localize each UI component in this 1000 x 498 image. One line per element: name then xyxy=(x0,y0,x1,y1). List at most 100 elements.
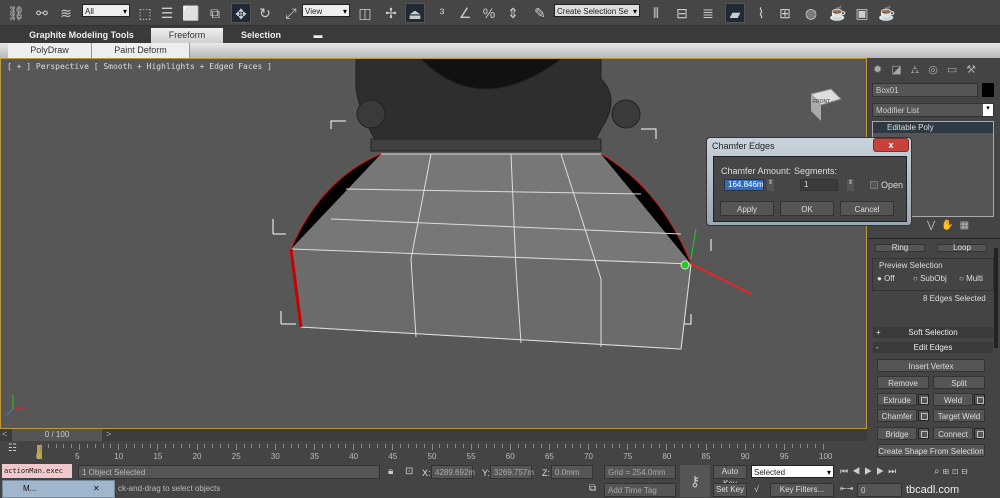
align-icon[interactable]: ⊟ xyxy=(672,3,692,23)
unlink-icon[interactable]: ⚯ xyxy=(32,3,52,23)
insert-vertex-button[interactable]: Insert Vertex xyxy=(877,359,985,372)
paint-deform-button[interactable]: Paint Deform xyxy=(92,43,190,58)
x-coordinate-field[interactable]: 4289.692m xyxy=(431,465,475,479)
default-tangent-icon[interactable]: √ xyxy=(754,484,759,494)
track-bar[interactable]: ☷ 0 5 10 15 20 25 30 35 40 45 50 55 60 65 70 75 80 85 90 95… xyxy=(0,441,867,464)
bridge-button[interactable]: Bridge xyxy=(877,427,917,440)
ribbon-options-icon[interactable]: ▬ xyxy=(312,28,324,43)
tab-selection[interactable]: Selection xyxy=(225,28,297,43)
stack-tools-icons[interactable]: ⋁✋▦ xyxy=(927,220,975,231)
z-coordinate-field[interactable]: 0.0mm xyxy=(551,465,593,479)
selection-filter-dropdown[interactable]: All xyxy=(82,4,130,18)
command-panel-tabs[interactable]: ✹◪⛼◎▭⚒ xyxy=(873,63,985,78)
maxscript-listener[interactable]: actionMan.exec xyxy=(2,464,72,478)
key-icon[interactable]: ⚷ xyxy=(680,465,710,497)
y-coordinate-field[interactable]: 3269.757m xyxy=(490,465,534,479)
object-color-swatch[interactable] xyxy=(982,83,994,97)
weld-button[interactable]: Weld xyxy=(933,393,973,406)
render-setup-icon[interactable]: ☕ xyxy=(828,3,848,23)
scale-icon[interactable]: ⤢ xyxy=(281,3,301,23)
absolute-mode-icon[interactable]: ⊡ xyxy=(405,466,413,477)
viewcube-label[interactable]: FRONT xyxy=(813,99,830,105)
layer-manager-icon[interactable]: ≣ xyxy=(698,3,718,23)
object-name-field[interactable]: Box01 xyxy=(872,83,978,97)
move-icon[interactable]: ✥ xyxy=(231,3,251,23)
close-icon[interactable]: ✕ xyxy=(93,481,100,497)
tab-graphite-modeling-tools[interactable]: Graphite Modeling Tools xyxy=(14,28,149,43)
modifier-list-dropdown[interactable]: Modifier List xyxy=(872,103,994,117)
target-weld-button[interactable]: Target Weld xyxy=(933,409,985,422)
chevron-down-icon[interactable]: ▾ xyxy=(983,104,993,116)
rendered-frame-icon[interactable]: ▣ xyxy=(852,3,872,23)
time-config-icon[interactable]: ⇤⇥ xyxy=(840,484,853,493)
angle-snap-icon[interactable]: ∠ xyxy=(455,3,475,23)
schematic-view-icon[interactable]: ⊞ xyxy=(775,3,795,23)
soft-selection-rollout[interactable]: + Soft Selection xyxy=(873,327,993,338)
modifier-stack-item[interactable]: Editable Poly xyxy=(873,122,993,133)
mirror-icon[interactable]: ⫴ xyxy=(646,3,666,23)
select-object-icon[interactable]: ⬚ xyxy=(135,3,155,23)
keyboard-shortcut-icon[interactable]: ⏏ xyxy=(405,3,425,23)
dialog-close-button[interactable]: x xyxy=(873,138,909,152)
playback-controls[interactable]: ⏮◀▶▶⏭ xyxy=(840,466,900,477)
current-frame-field[interactable]: 0 xyxy=(857,483,902,497)
set-key-button[interactable]: Set Key xyxy=(713,483,747,497)
taskbar-window[interactable]: M... ✕ xyxy=(2,480,115,498)
open-checkbox[interactable] xyxy=(870,181,878,189)
tab-freeform[interactable]: Freeform xyxy=(151,28,223,43)
window-crossing-icon[interactable]: ⧉ xyxy=(205,3,225,23)
manipulate-icon[interactable]: ✢ xyxy=(381,3,401,23)
rect-selection-icon[interactable]: ⬜ xyxy=(181,3,201,23)
connect-button[interactable]: Connect xyxy=(933,427,973,440)
edit-named-selection-icon[interactable]: ✎ xyxy=(530,3,550,23)
polydraw-button[interactable]: PolyDraw xyxy=(8,43,92,58)
material-editor-icon[interactable]: ◍ xyxy=(801,3,821,23)
auto-key-button[interactable]: Auto Key xyxy=(713,465,747,488)
ring-button[interactable]: Ring xyxy=(875,244,925,252)
preview-subobj-radio[interactable]: ○ SubObj xyxy=(913,274,947,283)
prev-frame-button[interactable]: < xyxy=(2,429,7,439)
chamfer-settings-icon[interactable] xyxy=(918,410,929,421)
graphite-toggle-icon[interactable]: ▰ xyxy=(725,3,745,23)
segments-input[interactable]: 1 xyxy=(800,179,838,191)
panel-scrollbar[interactable] xyxy=(994,248,998,348)
bind-space-warp-icon[interactable]: ≋ xyxy=(56,3,76,23)
chamfer-button[interactable]: Chamfer xyxy=(877,409,917,422)
remove-button[interactable]: Remove xyxy=(877,376,929,389)
split-button[interactable]: Split xyxy=(933,376,985,389)
snap-3-icon[interactable]: ³ xyxy=(432,3,452,23)
named-selection-dropdown[interactable]: Create Selection Se xyxy=(554,4,640,18)
chamfer-amount-spinner[interactable]: ⇕ xyxy=(767,179,774,191)
viewport-nav-controls[interactable]: ⌕⊞⊡⊟ xyxy=(934,466,971,477)
loop-button[interactable]: Loop xyxy=(937,244,987,252)
link-icon[interactable]: ⛓ xyxy=(6,3,26,23)
time-slider-thumb[interactable]: 0 / 100 xyxy=(12,429,102,441)
rotate-icon[interactable]: ↻ xyxy=(255,3,275,23)
lock-icon[interactable]: 🔒︎ xyxy=(388,466,393,477)
edit-edges-rollout[interactable]: - Edit Edges xyxy=(873,342,993,353)
bridge-settings-icon[interactable] xyxy=(918,428,929,439)
percent-snap-icon[interactable]: % xyxy=(479,3,499,23)
perspective-viewport[interactable]: [ + ] Perspective [ Smooth + Highlights … xyxy=(0,58,867,429)
connect-settings-icon[interactable] xyxy=(974,428,985,439)
extrude-button[interactable]: Extrude xyxy=(877,393,917,406)
apply-button[interactable]: Apply xyxy=(720,201,774,216)
spinner-snap-icon[interactable]: ⇕ xyxy=(503,3,523,23)
cancel-button[interactable]: Cancel xyxy=(840,201,894,216)
segments-spinner[interactable]: ⇕ xyxy=(847,179,854,191)
pivot-icon[interactable]: ◫ xyxy=(355,3,375,23)
extrude-settings-icon[interactable] xyxy=(918,394,929,405)
viewport-label[interactable]: [ + ] Perspective [ Smooth + Highlights … xyxy=(7,62,272,71)
curve-editor-icon[interactable]: ⌇ xyxy=(751,3,771,23)
chamfer-amount-input[interactable]: 164.846m xyxy=(724,179,764,191)
ok-button[interactable]: OK xyxy=(780,201,834,216)
key-filters-button[interactable]: Key Filters... xyxy=(770,483,834,497)
reference-coord-dropdown[interactable]: View xyxy=(302,4,350,18)
weld-settings-icon[interactable] xyxy=(974,394,985,405)
time-slider[interactable]: < 0 / 100 > xyxy=(0,429,867,441)
preview-off-radio[interactable]: ● Off xyxy=(877,274,895,283)
render-icon[interactable]: ☕ xyxy=(877,3,897,23)
key-mode-dropdown[interactable]: Selected xyxy=(751,465,834,479)
create-shape-button[interactable]: Create Shape From Selection xyxy=(877,444,985,457)
preview-multi-radio[interactable]: ○ Multi xyxy=(959,274,983,283)
